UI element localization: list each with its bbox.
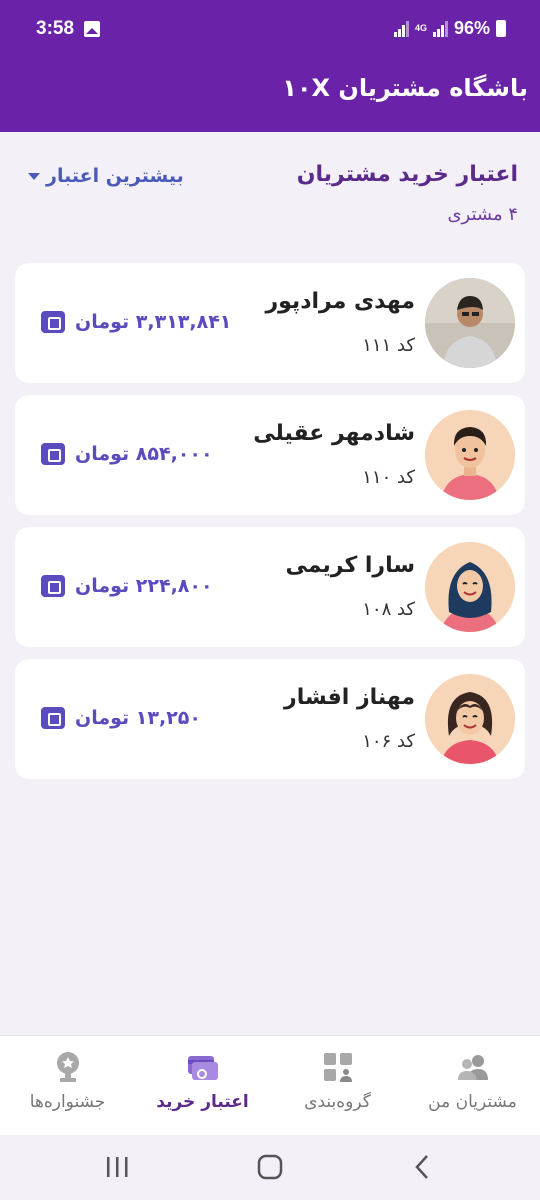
credit-amount: ۱۳,۲۵۰ تومان	[75, 707, 201, 729]
tab-grouping[interactable]: گروه‌بندی	[270, 1050, 405, 1112]
battery-percentage: 96%	[453, 18, 490, 38]
tab-my-customers[interactable]: مشتریان من	[405, 1050, 540, 1112]
avatar	[425, 542, 515, 632]
status-icons: 4G 96%	[393, 18, 506, 39]
tab-festivals[interactable]: جشنواره‌ها	[0, 1050, 135, 1112]
credit-balance: ۳,۳۱۳,۸۴۱ تومان	[41, 311, 231, 333]
section-title: اعتبار خرید مشتریان	[296, 162, 518, 187]
card-icon	[186, 1050, 220, 1084]
credit-balance: ۱۳,۲۵۰ تومان	[41, 707, 201, 729]
wallet-icon	[41, 575, 65, 597]
customer-count: ۴ مشتری	[447, 204, 518, 225]
home-icon[interactable]	[256, 1153, 284, 1185]
app-title: باشگاه مشتریان ۱۰X	[282, 74, 528, 102]
tab-label: مشتریان من	[428, 1092, 517, 1112]
network-type: 4G	[414, 23, 427, 33]
customer-card[interactable]: مهدی مرادپور کد ۱۱۱ ۳,۳۱۳,۸۴۱ تومان	[15, 263, 525, 383]
status-time: 3:58	[36, 18, 75, 39]
credit-amount: ۳,۳۱۳,۸۴۱ تومان	[75, 311, 232, 333]
customer-card[interactable]: شادمهر عقیلی کد ۱۱۰ ۸۵۴,۰۰۰ تومان	[15, 395, 525, 515]
tab-label: اعتبار خرید	[156, 1092, 249, 1112]
bottom-navigation: مشتریان من گروه‌بندی اعتبار خرید	[0, 1035, 540, 1135]
back-icon[interactable]	[408, 1153, 436, 1185]
tab-label: جشنواره‌ها	[29, 1092, 106, 1112]
recents-icon[interactable]	[104, 1153, 132, 1185]
avatar	[425, 674, 515, 764]
credit-amount: ۸۵۴,۰۰۰ تومان	[75, 443, 213, 465]
battery-icon	[496, 20, 506, 37]
tab-label: گروه‌بندی	[304, 1092, 371, 1112]
customer-code: کد ۱۰۸	[362, 599, 415, 620]
customer-code: کد ۱۰۶	[362, 731, 415, 752]
credit-balance: ۲۲۴,۸۰۰ تومان	[41, 575, 213, 597]
cell-signal-icon	[432, 20, 448, 37]
customer-name: سارا کریمی	[285, 553, 415, 578]
chevron-down-icon	[28, 172, 40, 180]
avatar	[425, 410, 515, 500]
customer-card[interactable]: سارا کریمی کد ۱۰۸ ۲۲۴,۸۰۰ تومان	[15, 527, 525, 647]
wifi-signal-icon	[393, 20, 409, 37]
status-bar: 3:58 4G 96%	[0, 0, 540, 60]
customer-code: کد ۱۱۰	[362, 467, 415, 488]
system-navigation-bar	[0, 1135, 540, 1200]
avatar	[425, 278, 515, 368]
credit-amount: ۲۲۴,۸۰۰ تومان	[75, 575, 213, 597]
sort-label: بیشترین اعتبار	[46, 165, 184, 187]
credit-balance: ۸۵۴,۰۰۰ تومان	[41, 443, 213, 465]
gallery-notification-icon	[84, 21, 100, 37]
wallet-icon	[41, 443, 65, 465]
tab-purchase-credit[interactable]: اعتبار خرید	[135, 1050, 270, 1112]
customer-name: مهدی مرادپور	[265, 289, 415, 314]
customer-code: کد ۱۱۱	[362, 335, 415, 356]
sort-dropdown[interactable]: بیشترین اعتبار	[28, 165, 184, 187]
app-bar: باشگاه مشتریان ۱۰X	[0, 60, 540, 132]
wallet-icon	[41, 707, 65, 729]
customer-card[interactable]: مهناز افشار کد ۱۰۶ ۱۳,۲۵۰ تومان	[15, 659, 525, 779]
wallet-icon	[41, 311, 65, 333]
grid-icon	[321, 1050, 355, 1084]
users-icon	[456, 1050, 490, 1084]
customer-name: شادمهر عقیلی	[253, 421, 415, 446]
customer-name: مهناز افشار	[284, 685, 415, 710]
trophy-icon	[51, 1050, 85, 1084]
